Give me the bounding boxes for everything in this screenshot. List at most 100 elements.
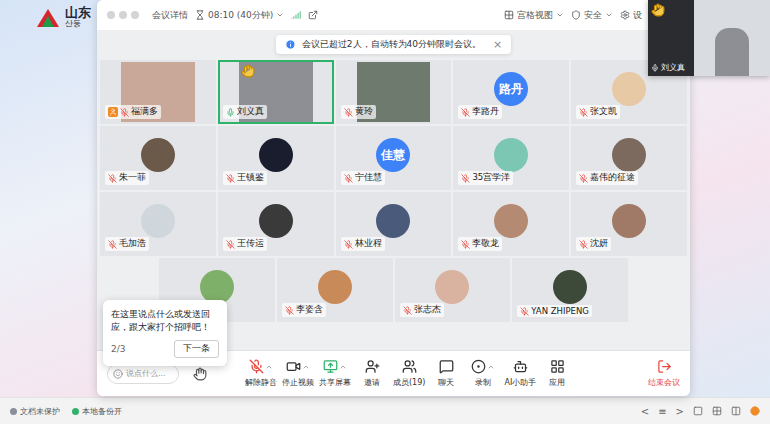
logo-icon [36,8,60,28]
columns-icon[interactable] [731,406,741,416]
caret-icon[interactable] [339,363,347,371]
mic-off-icon [344,240,353,249]
participant-tile[interactable]: 李敬龙 [453,192,569,256]
status-item[interactable]: 文档未保护 [10,406,60,417]
hourglass-icon [195,10,205,20]
toolbar-button[interactable]: 录制 [467,359,499,388]
toolbar-button[interactable]: 邀请 [356,359,388,388]
chat-input[interactable]: 说点什么... [107,364,179,384]
desktop: 山东산둥会议详情08:10 (40分钟)宫格视图安全设会议已超过2人，自动转为4… [0,0,770,397]
exit-icon [657,359,672,374]
mic-off-icon [344,174,353,183]
video-frame [694,0,770,76]
participant-name: 王镇鉴 [223,171,267,185]
chat-icon [439,359,454,374]
notice-banner: 会议已超过2人，自动转为40分钟限时会议。× [276,35,511,54]
participant-tile[interactable]: 嘉伟的征途 [571,126,687,190]
avatar [376,204,410,238]
avatar [259,204,293,238]
participant-tile[interactable]: 路丹李路丹 [453,60,569,124]
members-icon [402,359,417,374]
invite-icon [365,359,380,374]
mic-off-icon [579,240,588,249]
participant-tile[interactable]: 林业程 [336,192,452,256]
participant-tile[interactable]: YAN ZHIPENG [512,258,628,322]
avatar [141,204,175,238]
participant-grid: 福满多刘义真黄玲路丹李路丹张文凯朱一菲王镇鉴佳慧宁佳慧35宫学洋嘉伟的征途毛加浩… [97,60,690,322]
avatar [612,72,646,106]
participant-name: 李路丹 [458,105,502,119]
close-button[interactable]: × [493,38,502,51]
window-controls[interactable] [107,11,139,19]
toolbar-button[interactable]: 共享屏幕 [319,359,351,388]
screen: 山东산둥会议详情08:10 (40分钟)宫格视图安全设会议已超过2人，自动转为4… [0,0,770,424]
participant-tile[interactable]: 王镇鉴 [218,126,334,190]
chevron-icon [556,11,564,19]
nav-button[interactable]: < [641,406,649,417]
toolbar-button[interactable]: 聊天 [430,359,462,388]
end-meeting-button[interactable]: 结束会议 [648,359,680,388]
meeting-timer: 08:10 (40分钟) [195,9,284,22]
participant-tile[interactable]: 35宫学洋 [453,126,569,190]
participant-name: 福满多 [105,105,161,119]
mic-off-icon [461,108,470,117]
security[interactable]: 安全 [571,9,613,22]
toolbar-button[interactable]: AI小助手 [504,359,536,388]
raise-hand-button[interactable] [193,367,207,381]
participant-name: 王传运 [223,237,267,251]
chevron-icon[interactable] [276,11,284,19]
avatar [318,270,352,304]
participant-tile[interactable]: 朱一菲 [100,126,216,190]
mic-off-icon [520,307,529,316]
participant-tile[interactable]: 福满多 [100,60,216,124]
grid-view-icon[interactable] [712,406,722,416]
logo-subtext: 산둥 [65,20,91,29]
settings[interactable]: 设 [620,9,642,22]
floating-video[interactable]: 刘义真 [648,0,770,76]
caret-icon[interactable] [302,363,310,371]
avatar: 佳慧 [376,138,410,172]
participant-tile[interactable]: 刘义真 [218,60,334,124]
participant-tile[interactable]: 张志杰 [395,258,511,322]
caret-icon[interactable] [487,363,495,371]
status-item[interactable]: 本地备份开 [72,406,122,417]
participant-name: 张志杰 [400,303,444,317]
avatar [435,270,469,304]
participant-tile[interactable]: 佳慧宁佳慧 [336,126,452,190]
participant-tile[interactable]: 黄玲 [336,60,452,124]
toolbar-button[interactable]: 停止视频 [282,359,314,388]
caret-icon[interactable] [265,363,273,371]
video-icon [286,359,301,374]
view-mode[interactable]: 宫格视图 [504,9,564,22]
participant-tile[interactable]: 李姿含 [277,258,393,322]
toolbar-button[interactable]: 应用 [541,359,573,388]
nav-button[interactable]: ≡ [658,406,666,417]
tip-popup: 在这里说点什么或发送回应，跟大家打个招呼吧！2/3下一条 [103,300,227,366]
info-icon [285,39,296,50]
participant-name: 嘉伟的征途 [576,171,638,185]
status-dot [72,408,79,415]
chevron-icon [605,11,613,19]
gear-icon [620,10,630,20]
participant-name: 张文凯 [576,105,620,119]
share-link-icon[interactable] [308,10,318,20]
participant-tile[interactable]: 毛加浩 [100,192,216,256]
participant-name: 林业程 [341,237,385,251]
next-button[interactable]: 下一条 [174,340,219,358]
toolbar-button[interactable]: 解除静音 [245,359,277,388]
mic-off-icon [226,174,235,183]
raised-hand-icon [241,64,255,78]
nav-button[interactable]: > [676,406,684,417]
app-icon[interactable] [750,406,760,416]
participant-tile[interactable]: 沈妍 [571,192,687,256]
raised-hand-icon [651,3,665,17]
single-page-icon[interactable] [693,406,703,416]
participant-name: 刘义真 [651,62,691,73]
participant-tile[interactable]: 王传运 [218,192,334,256]
participant-name: YAN ZHIPENG [517,305,592,317]
mic-off-icon [285,306,294,315]
smile-icon [113,369,123,379]
mic-off-icon [108,240,117,249]
meeting-details[interactable]: 会议详情 [152,9,188,22]
toolbar-button[interactable]: 成员(19) [393,359,425,388]
